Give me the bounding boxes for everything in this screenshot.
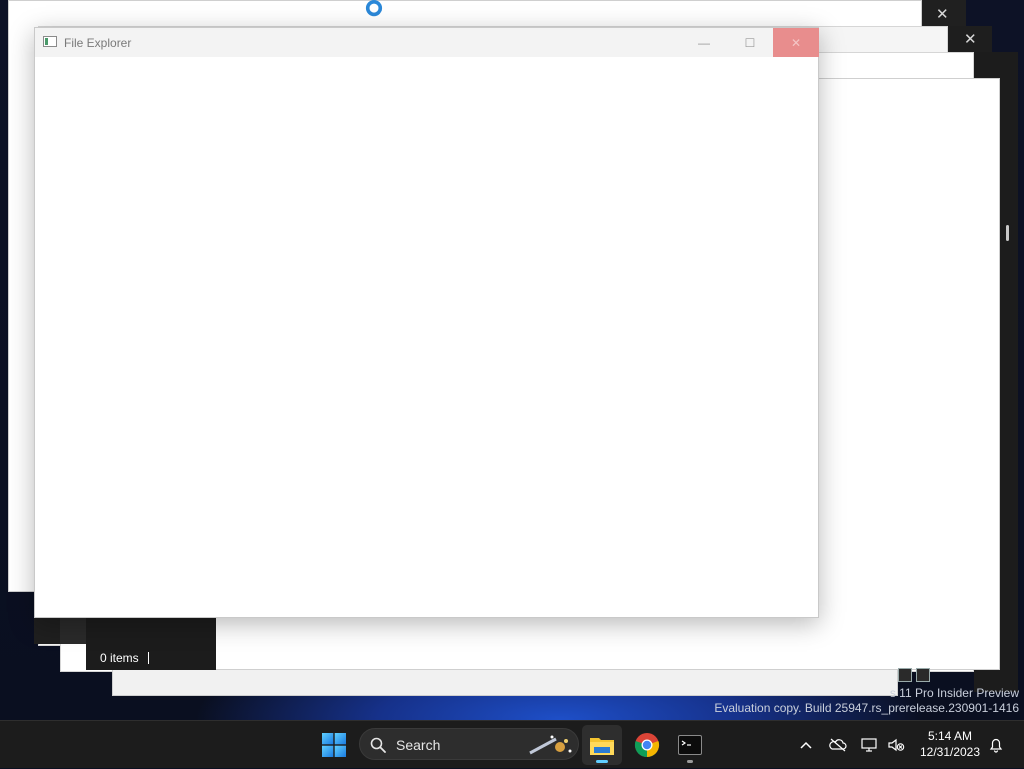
taskbar-clock[interactable]: 5:14 AM 12/31/2023 (912, 728, 988, 760)
status-item-count: 0 items (100, 651, 139, 665)
search-icon (370, 737, 386, 753)
view-toggle-icons[interactable] (898, 668, 934, 684)
app-window-icon (43, 36, 57, 47)
taskbar-terminal[interactable] (670, 725, 710, 765)
file-explorer-window[interactable]: File Explorer — ☐ ✕ (34, 27, 819, 618)
search-label: Search (396, 737, 441, 753)
desktop: ✕ ✕ 0 items File Explorer — ☐ ✕ s 11 Pro… (0, 0, 1024, 720)
close-icon[interactable]: ✕ (964, 32, 977, 47)
chrome-icon (634, 733, 660, 758)
volume-muted-icon (888, 738, 905, 752)
window-content[interactable] (35, 57, 818, 617)
clock-date: 12/31/2023 (919, 745, 981, 759)
display-network-icon (861, 738, 877, 752)
running-indicator (687, 760, 693, 763)
folder-icon (590, 738, 614, 755)
loading-ring-icon (365, 0, 383, 17)
text-caret (148, 652, 149, 664)
title-bar[interactable]: File Explorer — ☐ ✕ (35, 28, 819, 57)
network-button[interactable] (858, 721, 882, 769)
notifications-button[interactable] (986, 721, 1006, 769)
show-hidden-icons-button[interactable] (796, 721, 816, 769)
window-fragment (60, 618, 86, 644)
network-disconnected-icon (829, 738, 847, 752)
details-view-icon[interactable] (898, 668, 912, 682)
watermark-build: Evaluation copy. Build 25947.rs_prerelea… (714, 701, 1019, 715)
taskbar-file-explorer[interactable] (582, 725, 622, 765)
notification-bell-icon (989, 738, 1003, 753)
taskbar: Search 5:14 AM 12/31/2023 (0, 720, 1024, 768)
running-indicator (596, 760, 608, 763)
minimize-button[interactable]: — (681, 28, 727, 57)
search-highlight-icon (529, 735, 572, 755)
background-window-titlebar: ✕ (948, 26, 992, 52)
terminal-icon (678, 735, 702, 755)
window-title: File Explorer (64, 36, 132, 50)
onedrive-status-button[interactable] (826, 721, 850, 769)
window-fragment (34, 618, 60, 644)
watermark-edition: s 11 Pro Insider Preview (889, 686, 1019, 700)
maximize-button[interactable]: ☐ (727, 28, 773, 57)
background-window-titlebar: ✕ (922, 0, 966, 28)
scrollbar-thumb[interactable] (1006, 225, 1009, 241)
clock-time: 5:14 AM (927, 729, 973, 743)
chevron-up-icon (800, 741, 812, 749)
tiles-view-icon[interactable] (916, 668, 930, 682)
taskbar-search[interactable]: Search (359, 728, 579, 760)
close-button[interactable]: ✕ (773, 28, 819, 57)
taskbar-chrome[interactable] (627, 725, 667, 765)
windows-start-icon[interactable] (322, 733, 346, 757)
volume-button[interactable] (884, 721, 908, 769)
close-icon[interactable]: ✕ (936, 7, 949, 22)
